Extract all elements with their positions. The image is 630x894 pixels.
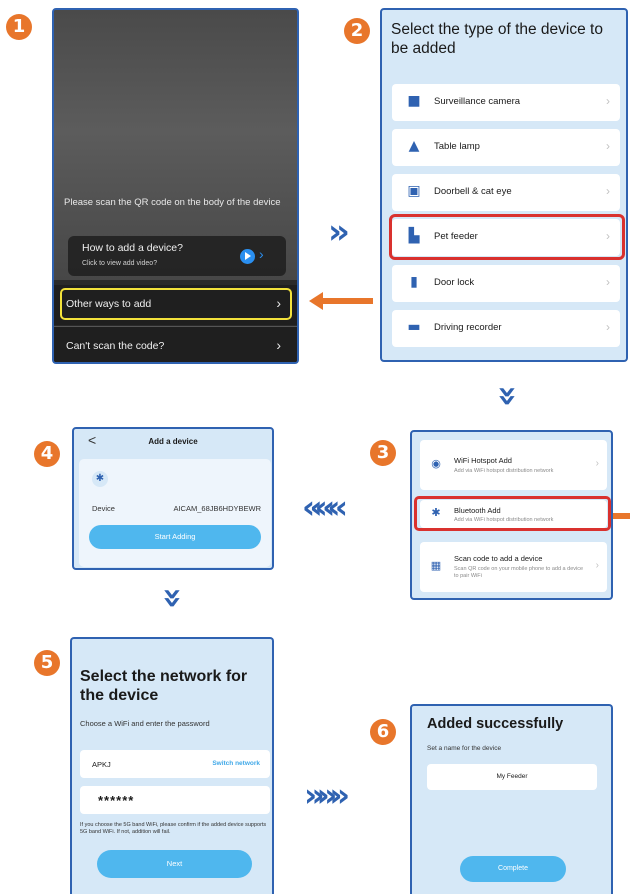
qr-phone-icon: ▦: [430, 559, 442, 572]
step-badge-1: 1: [6, 14, 32, 40]
device-item-driving-recorder[interactable]: ▬ Driving recorder ›: [392, 310, 620, 347]
chevron-right-icon: ›: [606, 320, 610, 334]
cant-scan-row[interactable]: Can't scan the code? ›: [54, 327, 297, 362]
car-icon: ▬: [407, 319, 421, 335]
page-title: Added successfully: [427, 716, 564, 732]
password-value: ******: [98, 793, 135, 808]
howto-title: How to add a device?: [82, 242, 183, 254]
highlight-pet-feeder: [389, 214, 625, 260]
step-badge-4: 4: [34, 441, 60, 467]
band-note: If you choose the 5G band WiFi, please c…: [80, 822, 267, 835]
camera-icon: ■: [407, 93, 421, 109]
step-badge-2: 2: [344, 18, 370, 44]
highlight-bluetooth: [414, 496, 611, 531]
page-title: Select the network for the device: [80, 668, 248, 704]
panel-select-network: Select the network for the device Choose…: [70, 637, 274, 894]
device-card: ✱ Device AICAM_68JB6HDYBEWR Start Adding: [79, 459, 271, 567]
bluetooth-icon: ✱: [92, 471, 108, 487]
device-name-field[interactable]: My Feeder: [427, 764, 597, 790]
howto-subtitle: Click to view add video?: [82, 260, 158, 267]
chevron-right-icon: ›: [606, 184, 610, 198]
lock-icon: ▮: [410, 274, 418, 290]
pointer-arrow-other-ways: [309, 292, 373, 310]
option-subtitle: Scan QR code on your mobile phone to add…: [454, 566, 584, 579]
chevron-right-icon: ›: [606, 275, 610, 289]
device-item-label: Doorbell & cat eye: [434, 186, 512, 197]
device-item-doorbell[interactable]: ▣ Doorbell & cat eye ›: [392, 174, 620, 211]
device-item-door-lock[interactable]: ▮ Door lock ›: [392, 265, 620, 302]
page-subtitle: Set a name for the device: [427, 745, 502, 752]
wifi-icon: ◉: [431, 457, 441, 470]
page-title: Add a device: [148, 437, 198, 446]
panel-scan-qr: Please scan the QR code on the body of t…: [52, 8, 299, 364]
play-icon[interactable]: [240, 249, 255, 264]
device-item-label: Surveillance camera: [434, 96, 521, 107]
option-wifi-hotspot[interactable]: ◉ WiFi Hotspot Add Add via WiFi hotspot …: [420, 440, 607, 490]
device-item-label: Table lamp: [434, 141, 480, 152]
next-button[interactable]: Next: [97, 850, 252, 878]
step-badge-3: 3: [370, 440, 396, 466]
chevron-right-icon: ›: [606, 94, 610, 108]
chevron-right-icon: ›: [595, 458, 599, 469]
option-subtitle: Add via WiFi hotspot distribution networ…: [454, 468, 554, 474]
chevron-right-icon: ›: [606, 139, 610, 153]
option-title: WiFi Hotspot Add: [454, 456, 512, 465]
panel-added-successfully: Added successfully Set a name for the de…: [410, 704, 613, 894]
doorbell-icon: ▣: [407, 183, 421, 199]
highlight-other-ways: [60, 288, 292, 320]
panel-add-device: < Add a device ✱ Device AICAM_68JB6HDYBE…: [72, 427, 274, 570]
device-item-camera[interactable]: ■ Surveillance camera ›: [392, 84, 620, 121]
device-id: AICAM_68JB6HDYBEWR: [173, 504, 261, 513]
flow-arrow-right-2: »»»: [304, 776, 350, 814]
cant-scan-label: Can't scan the code?: [66, 340, 165, 352]
option-title: Scan code to add a device: [454, 554, 543, 563]
device-label: Device: [92, 504, 115, 513]
panel-add-method: ◉ WiFi Hotspot Add Add via WiFi hotspot …: [410, 430, 613, 600]
flow-arrow-down: »: [487, 385, 528, 407]
flow-arrow-down-2: »: [152, 587, 193, 609]
device-type-title: Select the type of the device to be adde…: [391, 21, 603, 57]
page-subtitle: Choose a WiFi and enter the password: [80, 719, 210, 728]
step-badge-5: 5: [34, 650, 60, 676]
ssid-value: APKJ: [92, 760, 111, 769]
step-badge-6: 6: [370, 719, 396, 745]
scan-instruction: Please scan the QR code on the body of t…: [64, 197, 281, 208]
switch-network-link[interactable]: Switch network: [212, 760, 260, 767]
complete-button[interactable]: Complete: [460, 856, 566, 882]
password-field[interactable]: ******: [80, 786, 270, 814]
howto-video-card[interactable]: How to add a device? Click to view add v…: [68, 236, 286, 276]
lamp-icon: ▲: [408, 138, 420, 154]
device-item-lamp[interactable]: ▲ Table lamp ›: [392, 129, 620, 166]
chevron-right-icon: ›: [595, 560, 599, 571]
ssid-field[interactable]: APKJ Switch network: [80, 750, 270, 778]
header: < Add a device: [74, 429, 272, 455]
device-item-label: Driving recorder: [434, 322, 502, 333]
option-scan-code[interactable]: ▦ Scan code to add a device Scan QR code…: [420, 542, 607, 592]
flow-arrow-left: «««: [302, 488, 348, 526]
chevron-right-icon: ›: [276, 337, 281, 353]
panel-device-type: Select the type of the device to be adde…: [380, 8, 628, 362]
flow-arrow-right: »: [328, 212, 350, 252]
start-adding-button[interactable]: Start Adding: [89, 525, 261, 549]
device-item-label: Door lock: [434, 277, 475, 288]
chevron-right-icon: ›: [259, 246, 264, 262]
